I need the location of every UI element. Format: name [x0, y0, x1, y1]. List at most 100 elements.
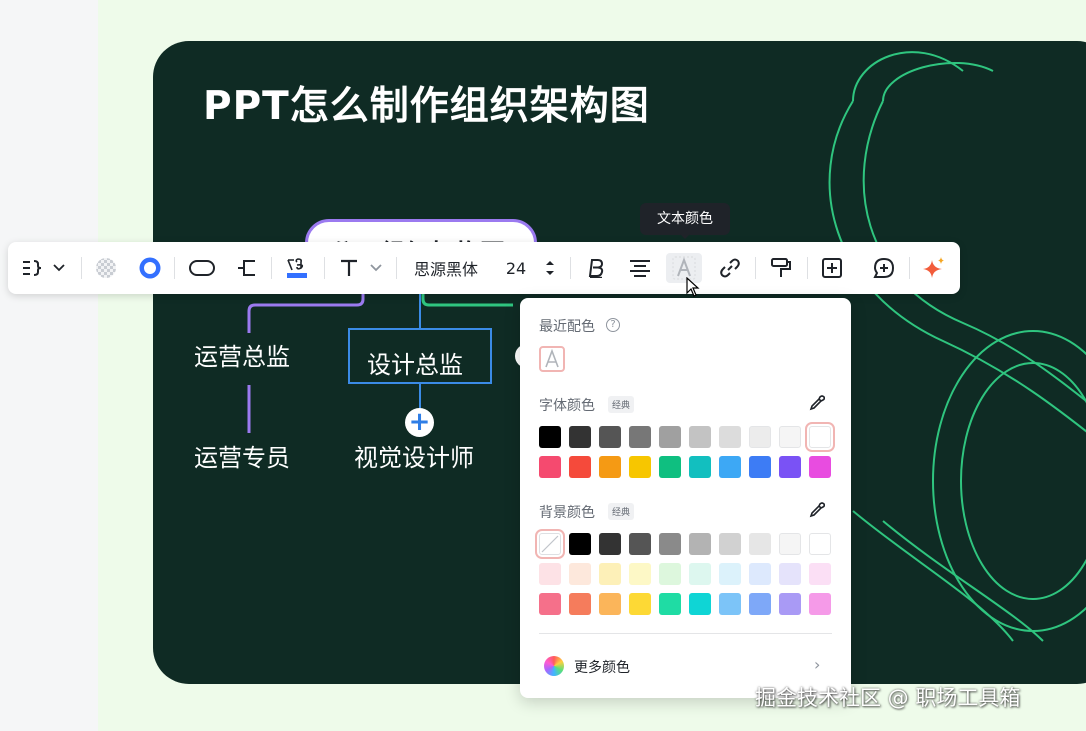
font-size-input[interactable]: 24: [500, 253, 532, 283]
background-color-badge: 经典: [608, 503, 635, 520]
font-color-label: 字体颜色: [539, 398, 595, 414]
color-swatch[interactable]: [569, 593, 591, 615]
color-swatch[interactable]: [779, 593, 801, 615]
eyedropper-icon[interactable]: [809, 502, 826, 518]
font-family-select[interactable]: 思源黑体: [408, 253, 484, 283]
color-swatch[interactable]: [629, 533, 651, 555]
toolbar-divider: [324, 257, 325, 279]
tooltip-text-color: 文本颜色: [640, 203, 730, 235]
color-swatch[interactable]: [599, 563, 621, 585]
comment-icon[interactable]: [870, 253, 898, 283]
color-swatch[interactable]: [569, 533, 591, 555]
chevron-down-icon[interactable]: [50, 253, 68, 283]
text-style-icon[interactable]: [282, 253, 312, 283]
text-icon[interactable]: [336, 253, 362, 283]
color-swatch[interactable]: [809, 533, 831, 555]
color-swatch[interactable]: [749, 426, 771, 448]
color-swatch[interactable]: [659, 426, 681, 448]
color-swatch[interactable]: [809, 593, 831, 615]
more-colors-row[interactable]: 更多颜色 ›: [520, 650, 851, 684]
color-swatch[interactable]: [539, 563, 561, 585]
insert-icon[interactable]: [818, 253, 846, 283]
color-swatch[interactable]: [719, 426, 741, 448]
org-node-design-director[interactable]: 设计总监: [348, 328, 492, 384]
color-swatch[interactable]: [689, 563, 711, 585]
color-swatch[interactable]: [539, 426, 561, 448]
mouse-cursor-icon: [686, 277, 700, 297]
org-node-visual-designer[interactable]: 视觉设计师: [354, 446, 474, 470]
color-swatch[interactable]: [719, 563, 741, 585]
color-swatch[interactable]: [809, 456, 831, 478]
font-size-stepper-icon[interactable]: [542, 253, 558, 283]
color-swatch[interactable]: [779, 563, 801, 585]
chevron-down-icon[interactable]: [368, 253, 384, 283]
font-color-badge: 经典: [608, 396, 635, 413]
panel-divider: [539, 633, 832, 634]
org-node-ops-specialist[interactable]: 运营专员: [194, 446, 290, 470]
help-icon[interactable]: ?: [606, 318, 620, 332]
format-painter-icon[interactable]: [766, 253, 796, 283]
color-swatch[interactable]: [629, 563, 651, 585]
no-fill-swatch[interactable]: [535, 529, 565, 559]
color-swatch[interactable]: [569, 563, 591, 585]
background-color-label: 背景颜色: [539, 505, 595, 521]
color-swatch[interactable]: [779, 533, 801, 555]
color-swatch[interactable]: [749, 593, 771, 615]
color-swatch[interactable]: [629, 456, 651, 478]
color-swatch[interactable]: [569, 426, 591, 448]
color-swatch[interactable]: [749, 456, 771, 478]
align-center-icon[interactable]: [626, 253, 654, 283]
color-swatch[interactable]: [689, 533, 711, 555]
color-swatch[interactable]: [689, 593, 711, 615]
add-child-node-button[interactable]: +: [405, 408, 434, 437]
color-swatch[interactable]: [599, 456, 621, 478]
color-swatch[interactable]: [689, 426, 711, 448]
eyedropper-icon[interactable]: [809, 395, 826, 411]
color-swatch[interactable]: [779, 426, 801, 448]
chevron-right-icon: ›: [814, 655, 821, 674]
left-sidebar: [0, 0, 98, 731]
toolbar-divider: [807, 257, 808, 279]
color-swatch[interactable]: [659, 456, 681, 478]
recent-color-swatch[interactable]: [539, 346, 565, 372]
ai-sparkle-icon[interactable]: [920, 253, 948, 283]
color-swatch[interactable]: [659, 533, 681, 555]
color-swatch[interactable]: [599, 593, 621, 615]
color-swatch[interactable]: [779, 456, 801, 478]
recent-colors-label: 最近配色: [539, 319, 595, 335]
structure-icon[interactable]: [18, 253, 46, 283]
color-swatch[interactable]: [599, 533, 621, 555]
color-swatch[interactable]: [569, 456, 591, 478]
color-swatch[interactable]: [539, 456, 561, 478]
toolbar-divider: [570, 257, 571, 279]
color-swatch[interactable]: [629, 593, 651, 615]
color-swatch[interactable]: [539, 593, 561, 615]
toolbar-divider: [174, 257, 175, 279]
color-swatch[interactable]: [629, 426, 651, 448]
text-color-panel: 最近配色 ? 字体颜色 经典 背景颜色 经典 更多颜色 ›: [520, 298, 851, 698]
shape-rounded-icon[interactable]: [186, 253, 218, 283]
border-color-icon[interactable]: [136, 253, 164, 283]
connector-icon[interactable]: [232, 253, 260, 283]
toolbar-divider: [271, 257, 272, 279]
bold-icon[interactable]: [582, 253, 610, 283]
fill-none-icon[interactable]: [92, 253, 120, 283]
more-colors-label: 更多颜色: [574, 660, 630, 676]
color-swatch[interactable]: [719, 593, 741, 615]
color-swatch[interactable]: [689, 456, 711, 478]
link-icon[interactable]: [716, 253, 744, 283]
org-node-ops-director[interactable]: 运营总监: [194, 345, 290, 369]
color-swatch[interactable]: [805, 422, 835, 452]
color-swatch[interactable]: [719, 533, 741, 555]
watermark: 掘金技术社区 @ 职场工具箱: [755, 686, 1021, 710]
toolbar-divider: [396, 257, 397, 279]
color-swatch[interactable]: [659, 593, 681, 615]
color-swatch[interactable]: [719, 456, 741, 478]
color-swatch[interactable]: [749, 533, 771, 555]
color-swatch[interactable]: [599, 426, 621, 448]
toolbar-divider: [81, 257, 82, 279]
color-swatch[interactable]: [659, 563, 681, 585]
color-swatch[interactable]: [809, 563, 831, 585]
color-swatch[interactable]: [749, 563, 771, 585]
toolbar-divider: [755, 257, 756, 279]
